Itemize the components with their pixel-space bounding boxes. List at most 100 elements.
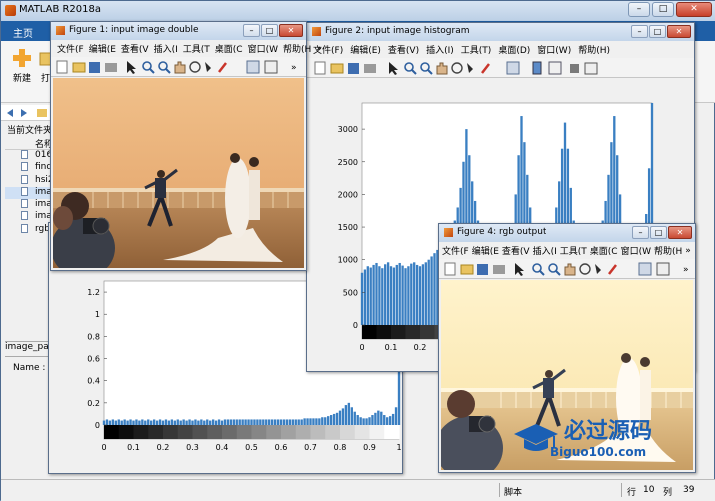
histogram-bar xyxy=(391,413,395,425)
figure-toolbar-icons[interactable]: » xyxy=(51,57,308,77)
figure-4-title: Figure 4: rgb output xyxy=(457,227,547,237)
menu-view[interactable]: 查看(V) xyxy=(388,43,419,56)
menu-tools[interactable]: 工具(T xyxy=(560,244,587,257)
histogram-bar xyxy=(120,420,123,425)
grayscale-colorbar-cell xyxy=(163,425,179,439)
histogram-bar xyxy=(108,420,112,425)
minimize-button[interactable]: – xyxy=(628,2,650,17)
histogram-bar xyxy=(111,419,115,425)
menu-help[interactable]: 帮助(H xyxy=(654,244,682,257)
figure-1-window[interactable]: Figure 1: input image double – □ ✕ 文件(F … xyxy=(50,21,322,271)
menu-desktop[interactable]: 桌面(D) xyxy=(498,43,530,56)
minimize-button[interactable]: – xyxy=(632,226,649,239)
figure-icon xyxy=(444,228,453,237)
menu-view[interactable]: 查看(V xyxy=(502,244,530,257)
histogram-bar xyxy=(158,419,162,425)
close-button[interactable]: ✕ xyxy=(667,25,691,38)
new-plus-icon[interactable] xyxy=(11,47,33,69)
figure-4-title-bar[interactable]: Figure 4: rgb output – □ ✕ xyxy=(439,224,695,242)
histogram-bar xyxy=(383,415,386,425)
histogram-bar xyxy=(220,420,224,425)
x-tick-label: 0.5 xyxy=(245,443,258,452)
maximize-button[interactable]: □ xyxy=(652,2,674,17)
grayscale-colorbar-cell xyxy=(236,425,252,439)
figure-toolbar-icons[interactable]: » xyxy=(439,259,697,279)
menu-file[interactable]: 文件(F xyxy=(442,244,469,257)
menu-window[interactable]: 窗口(W) xyxy=(537,43,571,56)
menu-edit[interactable]: 编辑(E xyxy=(89,42,116,55)
figure-1-title-bar[interactable]: Figure 1: input image double – □ ✕ xyxy=(51,22,306,40)
menu-edit[interactable]: 编辑(E xyxy=(472,244,499,257)
histogram-bar xyxy=(309,418,312,425)
menu-edit[interactable]: 编辑(E) xyxy=(350,43,381,56)
histogram-bar xyxy=(315,418,318,425)
menu-tools[interactable]: 工具(T) xyxy=(461,43,492,56)
x-tick-label: 0.4 xyxy=(216,443,229,452)
histogram-bar xyxy=(206,419,209,425)
histogram-bar xyxy=(329,415,333,425)
ribbon-new-label[interactable]: 新建 xyxy=(13,71,31,84)
menu-insert[interactable]: 插入(I) xyxy=(426,43,454,56)
figure-4-menubar: 文件(F 编辑(E 查看(V 插入(I 工具(T 桌面(C 窗口(W 帮助(H … xyxy=(439,242,695,259)
figure-2-title-bar[interactable]: Figure 2: input image histogram – □ ✕ xyxy=(307,23,694,41)
y-tick-label: 1.2 xyxy=(87,288,100,297)
menu-insert[interactable]: 插入(I xyxy=(154,42,178,55)
histogram-bar xyxy=(360,272,364,325)
histogram-bar xyxy=(332,413,336,425)
close-button[interactable]: ✕ xyxy=(279,24,303,37)
x-tick-label: 0.2 xyxy=(157,443,170,452)
minimize-button[interactable]: – xyxy=(243,24,260,37)
maximize-button[interactable]: □ xyxy=(261,24,278,37)
histogram-bar xyxy=(150,420,153,425)
figure-2-title: Figure 2: input image histogram xyxy=(325,26,470,36)
close-button[interactable]: ✕ xyxy=(676,2,712,17)
menu-overflow[interactable]: » xyxy=(316,44,322,54)
menu-window[interactable]: 窗口(W xyxy=(248,42,278,55)
histogram-bar xyxy=(117,419,120,425)
histogram-bar xyxy=(123,419,126,425)
histogram-bar xyxy=(173,420,176,425)
close-button[interactable]: ✕ xyxy=(668,226,692,239)
figure-1-toolbar: » xyxy=(51,57,306,77)
histogram-bar xyxy=(214,420,218,425)
menu-desktop[interactable]: 桌面(C xyxy=(215,42,243,55)
minimize-button[interactable]: – xyxy=(631,25,648,38)
status-col-value: 39 xyxy=(683,485,695,495)
menu-help[interactable]: 帮助(H xyxy=(283,42,311,55)
menu-overflow[interactable]: » xyxy=(685,246,691,256)
y-tick-label: 1000 xyxy=(338,256,358,265)
figure-icon xyxy=(56,26,65,35)
histogram-bar xyxy=(374,412,377,425)
figure-toolbar-icons[interactable] xyxy=(307,58,696,78)
tab-home[interactable]: 主页 xyxy=(13,25,33,40)
menu-tools[interactable]: 工具(T xyxy=(183,42,210,55)
histogram-bar xyxy=(327,416,330,425)
histogram-bar xyxy=(253,419,256,425)
menu-window[interactable]: 窗口(W xyxy=(621,244,651,257)
file-icon xyxy=(21,150,28,159)
menu-help[interactable]: 帮助(H) xyxy=(578,43,610,56)
histogram-bar xyxy=(114,420,117,425)
watermark-logo: 必过源码 Biguo100.com xyxy=(510,412,690,462)
histogram-bar xyxy=(335,412,339,425)
histogram-bar xyxy=(152,419,156,425)
status-row-value: 10 xyxy=(643,485,655,495)
maximize-button[interactable]: □ xyxy=(650,226,667,239)
grayscale-colorbar-cell xyxy=(148,425,164,439)
histogram-bar xyxy=(318,418,321,425)
ribbon-open-label[interactable]: 打 xyxy=(41,71,50,84)
histogram-bar xyxy=(386,417,389,425)
y-tick-label: 0.8 xyxy=(87,332,100,341)
menu-file[interactable]: 文件(F xyxy=(57,42,84,55)
maximize-button[interactable]: □ xyxy=(649,25,666,38)
histogram-bar xyxy=(170,419,174,425)
histogram-bar xyxy=(356,415,359,425)
histogram-bar xyxy=(203,420,206,425)
menu-view[interactable]: 查看(V xyxy=(121,42,149,55)
histogram-bar xyxy=(347,402,351,425)
menu-insert[interactable]: 插入(I xyxy=(533,244,557,257)
histogram-bar xyxy=(167,420,171,425)
histogram-bar xyxy=(209,420,212,425)
menu-desktop[interactable]: 桌面(C xyxy=(590,244,618,257)
histogram-bar xyxy=(262,419,265,425)
